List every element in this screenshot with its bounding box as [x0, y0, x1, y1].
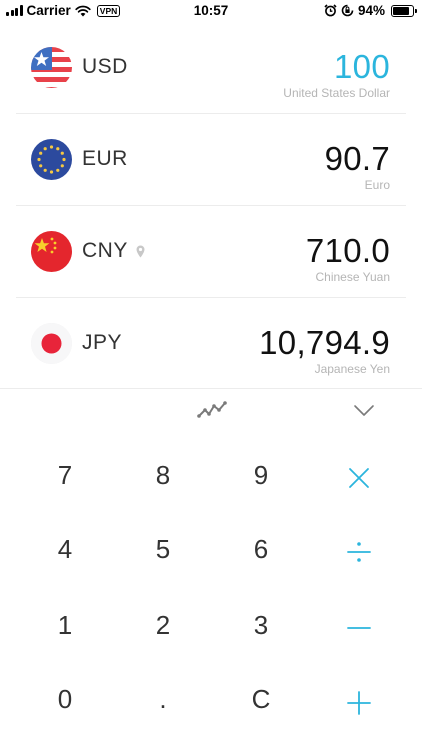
minus-icon [347, 627, 371, 629]
key-1[interactable]: 1 [25, 595, 105, 655]
key-4[interactable]: 4 [25, 519, 105, 579]
clear-key[interactable]: C [221, 669, 301, 729]
rotation-lock-icon [341, 4, 354, 17]
divide-icon [347, 542, 371, 562]
currency-code: EUR [82, 147, 128, 171]
currency-row-cny[interactable]: CNY 710.0 Chinese Yuan [16, 206, 406, 298]
currency-code-text: CNY [82, 239, 128, 262]
currency-row-eur[interactable]: EUR 90.7 Euro [16, 114, 406, 206]
key-7[interactable]: 7 [25, 445, 105, 505]
currency-amount[interactable]: 710.0 [306, 232, 390, 270]
minus-key[interactable] [319, 598, 399, 658]
key-5[interactable]: 5 [123, 519, 203, 579]
decimal-key[interactable]: . [123, 669, 203, 729]
currency-amount[interactable]: 100 [334, 48, 390, 86]
currency-code-text: JPY [82, 331, 123, 354]
currency-code: CNY [82, 239, 145, 263]
key-6[interactable]: 6 [221, 519, 301, 579]
japan-flag-icon [31, 323, 72, 364]
key-2[interactable]: 2 [123, 595, 203, 655]
currency-name: Japanese Yen [314, 362, 390, 376]
key-0[interactable]: 0 [25, 669, 105, 729]
currency-row-jpy[interactable]: JPY 10,794.9 Japanese Yen [16, 298, 406, 389]
currency-code-text: USD [82, 55, 128, 78]
currency-amount[interactable]: 90.7 [325, 140, 390, 178]
currency-row-usd[interactable]: USD 100 United States Dollar [16, 22, 406, 114]
key-9[interactable]: 9 [221, 445, 301, 505]
multiply-key[interactable] [319, 448, 399, 508]
divide-key[interactable] [319, 522, 399, 582]
currency-name: Chinese Yuan [315, 270, 390, 284]
battery-percent: 94% [357, 3, 385, 18]
currency-code-text: EUR [82, 147, 128, 170]
currency-name: United States Dollar [283, 86, 390, 100]
status-right: 94% [324, 3, 417, 18]
plus-key[interactable] [319, 673, 399, 733]
currency-amount[interactable]: 10,794.9 [259, 324, 390, 362]
china-flag-icon [31, 231, 72, 272]
battery-icon [391, 4, 417, 17]
currency-list: USD 100 United States Dollar EUR 90.7 Eu… [16, 22, 406, 389]
chevron-down-icon[interactable] [351, 400, 377, 420]
plus-icon [347, 691, 371, 715]
key-3[interactable]: 3 [221, 595, 301, 655]
status-bar: Carrier VPN 10:57 94% [0, 0, 422, 22]
alarm-icon [324, 4, 337, 17]
multiply-icon [349, 468, 369, 488]
key-8[interactable]: 8 [123, 445, 203, 505]
currency-code: USD [82, 55, 128, 79]
usa-flag-icon [31, 47, 72, 88]
currency-name: Euro [364, 178, 390, 192]
location-pin-icon [136, 245, 145, 257]
trend-chart-icon[interactable] [196, 398, 230, 422]
eu-flag-icon [31, 139, 72, 180]
keypad-divider [0, 388, 422, 389]
currency-code: JPY [82, 331, 122, 355]
